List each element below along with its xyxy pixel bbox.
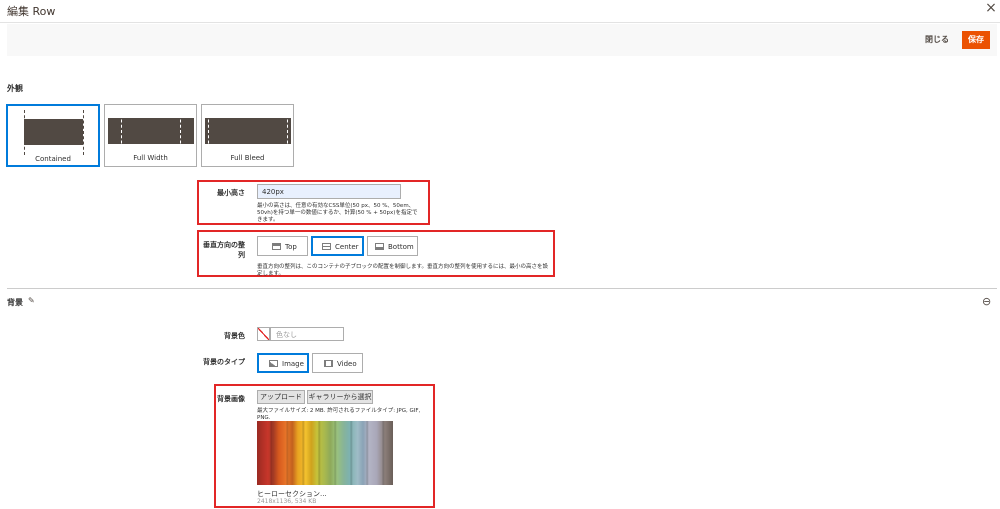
min-height-help: 最小の高さは、任意の有効なCSS単位(50 px、50 %、50em、 50vh… — [257, 203, 427, 224]
close-button[interactable]: 閉じる — [925, 34, 949, 45]
align-center-icon — [322, 243, 331, 250]
film-icon — [324, 360, 333, 367]
action-toolbar — [7, 24, 997, 56]
modal-title: 編集 Row — [7, 5, 56, 18]
vertical-align-help: 垂直方向の整列は、このコンテナの子ブロックの配置を制御します。垂直方向の整列を使… — [257, 264, 548, 277]
vertical-align-label: 垂直方向の整列 — [203, 241, 245, 259]
align-top-option[interactable]: Top — [257, 236, 308, 256]
close-icon[interactable]: × — [984, 1, 998, 15]
contained-preview-bar — [24, 119, 83, 145]
help-line: きます。 — [257, 217, 279, 223]
background-type-label: 背景のタイプ — [203, 358, 245, 366]
file-limits-note: 最大ファイルサイズ: 2 MB. 許可されるファイルタイプ: JPG, GIF,… — [257, 408, 421, 421]
appearance-option-label: Full Width — [133, 154, 168, 162]
min-height-label: 最小高さ — [217, 189, 245, 197]
guide-line — [208, 109, 209, 154]
background-heading: 背景 — [7, 298, 23, 307]
guide-line — [83, 110, 84, 155]
appearance-heading: 外観 — [7, 84, 23, 93]
guide-line — [121, 109, 122, 154]
background-color-input[interactable]: 色なし — [270, 327, 344, 341]
full-bleed-preview-bar — [205, 118, 291, 144]
appearance-option-contained[interactable]: Contained — [6, 104, 100, 167]
background-image-preview[interactable] — [257, 421, 393, 485]
help-line: 50vh)を持つ単一の数値にするか、計算(50 % + 50px)を指定で — [257, 210, 418, 216]
type-option-label: Image — [282, 360, 304, 368]
help-line: 最小の高さは、任意の有効なCSS単位(50 px、50 %、50em、 — [257, 203, 415, 209]
guide-line — [287, 109, 288, 154]
background-type-video[interactable]: Video — [312, 353, 363, 373]
align-bottom-option[interactable]: Bottom — [367, 236, 418, 256]
clothing-folds-overlay — [257, 421, 393, 485]
appearance-option-label: Full Bleed — [230, 154, 265, 162]
min-height-input[interactable]: 420px — [257, 184, 401, 199]
background-image-label: 背景画像 — [217, 395, 245, 403]
align-bottom-icon — [375, 243, 384, 250]
align-center-option[interactable]: Center — [311, 236, 364, 256]
save-button[interactable]: 保存 — [962, 31, 990, 49]
image-file-meta: 2418x1136, 534 KB — [257, 498, 317, 505]
section-divider — [7, 288, 997, 289]
guide-line — [24, 110, 25, 155]
appearance-option-label: Contained — [35, 155, 71, 163]
background-color-label: 背景色 — [224, 332, 245, 340]
background-type-image[interactable]: Image — [257, 353, 309, 373]
align-option-label: Bottom — [388, 243, 414, 251]
header-divider — [0, 22, 1000, 23]
align-option-label: Center — [335, 243, 359, 251]
align-top-icon — [272, 243, 281, 250]
upload-button[interactable]: アップロード — [257, 390, 305, 404]
no-color-swatch[interactable] — [257, 327, 270, 341]
edit-icon[interactable]: ✎ — [28, 296, 35, 305]
collapse-icon[interactable]: ⊖ — [982, 295, 991, 308]
type-option-label: Video — [337, 360, 357, 368]
image-icon — [269, 360, 278, 367]
appearance-option-full-bleed[interactable]: Full Bleed — [201, 104, 294, 167]
appearance-option-full-width[interactable]: Full Width — [104, 104, 197, 167]
select-from-gallery-button[interactable]: ギャラリーから選択 — [307, 390, 373, 404]
guide-line — [180, 109, 181, 154]
align-option-label: Top — [285, 243, 297, 251]
